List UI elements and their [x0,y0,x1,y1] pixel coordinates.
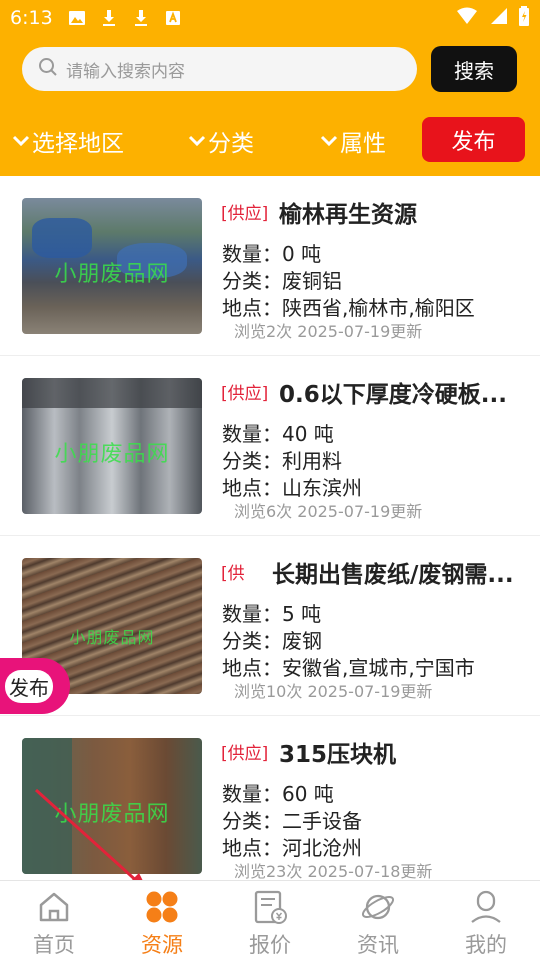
nav-home-label: 首页 [33,933,75,957]
listing-quantity: 数量：5 吨 [222,602,322,626]
attribute-filter-label: 属性 [340,131,386,157]
status-bar: 6:13 [0,0,540,36]
listing-list: 小朋废品网 [供应] 榆林再生资源 数量：0 吨 分类：废铜铝 地点：陕西省,榆… [0,176,540,880]
listing-quantity: 数量：40 吨 [222,422,334,446]
filter-bar: 选择地区 分类 属性 发布 [0,102,540,176]
nav-price[interactable]: 报价 [216,881,324,960]
watermark: 小朋废品网 [69,628,155,647]
listing-quantity: 数量：0 吨 [222,242,322,266]
nav-news-label: 资讯 [357,933,399,957]
chevron-down-icon [188,135,206,147]
list-item[interactable]: 小朋废品网 [供应] 315压块机 数量：60 吨 分类：二手设备 地点：河北沧… [0,716,540,880]
nav-news[interactable]: 资讯 [324,881,432,960]
listing-category: 分类：二手设备 [222,809,362,833]
region-filter-label: 选择地区 [32,131,124,157]
nav-price-label: 报价 [249,933,291,957]
category-filter[interactable]: 分类 [188,124,254,158]
listing-category: 分类：废铜铝 [222,269,342,293]
nav-home[interactable]: 首页 [0,881,108,960]
watermark: 小朋废品网 [54,802,170,827]
listing-category: 分类：利用料 [222,449,342,473]
price-sheet-icon [254,890,287,924]
listing-photo: 小朋废品网 [22,198,202,334]
listing-meta: 浏览6次 2025-07-19更新 [234,502,423,521]
listing-meta: 浏览2次 2025-07-19更新 [234,322,423,341]
status-time: 6:13 [10,7,53,29]
watermark: 小朋废品网 [54,262,170,287]
list-item[interactable]: 小朋废品网 [供应] 0.6以下厚度冷硬板... 数量：40 吨 分类：利用料 … [0,356,540,536]
user-icon [471,890,501,923]
list-item[interactable]: 小朋废品网 [供 长期出售废纸/废钢需... 数量：5 吨 分类：废钢 地点：安… [0,536,540,716]
bottom-nav: 首页 资源 报价 资讯 我的 [0,880,540,960]
search-bar: 请输入搜索内容 搜索 [0,36,540,102]
list-item[interactable]: 小朋废品网 [供应] 榆林再生资源 数量：0 吨 分类：废铜铝 地点：陕西省,榆… [0,176,540,356]
image-notification-icon [67,8,87,28]
listing-location: 地点：河北沧州 [222,836,362,860]
home-icon [39,892,69,922]
nav-mine-label: 我的 [465,933,507,957]
listing-meta: 浏览10次 2025-07-19更新 [234,682,433,701]
download-icon [131,8,151,28]
supply-tag: [供 [221,564,245,584]
listing-photo: 小朋废品网 [22,378,202,514]
supply-tag: [供应] [221,744,269,764]
font-a-icon [163,8,183,28]
nav-resources[interactable]: 资源 [108,881,216,960]
listing-category: 分类：废钢 [222,629,322,653]
listing-location: 地点：安徽省,宣城市,宁国市 [222,656,475,680]
download-icon [99,8,119,28]
signal-icon [488,7,508,29]
nav-resources-label: 资源 [141,933,183,957]
planet-icon [361,894,395,920]
listing-location: 地点：山东滨州 [222,476,362,500]
listing-title: 315压块机 [279,742,397,768]
floating-publish-button[interactable]: 发布 [0,658,70,714]
floating-publish-label: 发布 [5,669,53,703]
wifi-icon [456,7,478,29]
listing-meta: 浏览23次 2025-07-18更新 [234,862,433,880]
region-filter[interactable]: 选择地区 [12,124,124,158]
chevron-down-icon [12,135,30,147]
search-placeholder: 请输入搜索内容 [66,61,185,82]
chevron-down-icon [320,135,338,147]
search-button[interactable]: 搜索 [431,46,517,92]
battery-icon [518,6,530,30]
supply-tag: [供应] [221,204,269,224]
watermark: 小朋废品网 [54,442,170,467]
listing-title: 榆林再生资源 [279,202,417,228]
listing-title: 0.6以下厚度冷硬板... [279,382,507,408]
search-icon [38,57,58,81]
search-input[interactable]: 请输入搜索内容 [22,47,417,91]
listing-photo: 小朋废品网 [22,738,202,874]
listing-quantity: 数量：60 吨 [222,782,334,806]
resource-grid-icon [146,891,178,923]
category-filter-label: 分类 [208,131,254,157]
publish-button[interactable]: 发布 [422,117,525,162]
attribute-filter[interactable]: 属性 [320,124,386,158]
listing-location: 地点：陕西省,榆林市,榆阳区 [222,296,475,320]
supply-tag: [供应] [221,384,269,404]
nav-mine[interactable]: 我的 [432,881,540,960]
listing-title: 长期出售废纸/废钢需... [272,562,514,588]
